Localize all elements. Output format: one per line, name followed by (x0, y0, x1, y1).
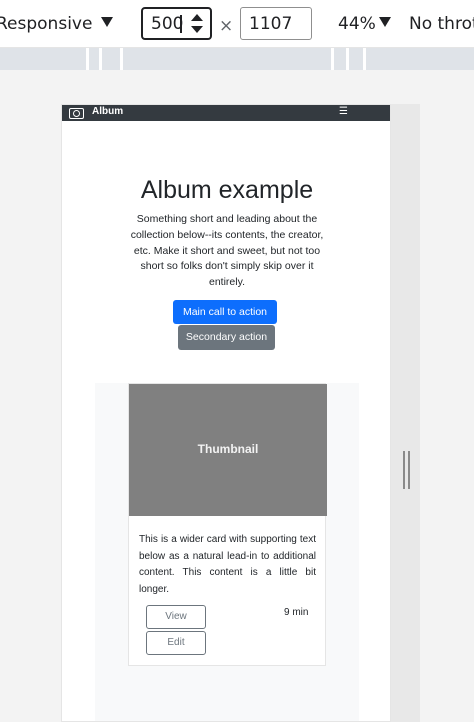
resize-handle-icon[interactable] (403, 451, 410, 489)
device-dropdown-arrow-icon[interactable] (101, 17, 113, 27)
zoom-selector[interactable]: 44% (338, 14, 376, 34)
viewport-resize-gutter[interactable] (391, 104, 420, 722)
emulated-viewport: Album ☰ Album example Something short an… (61, 104, 391, 722)
device-toolbar: Responsive 500 × 1107 44% No throt (0, 0, 474, 48)
height-input[interactable]: 1107 (240, 7, 312, 40)
card-text: This is a wider card with supporting tex… (139, 534, 316, 595)
ruler-breakpoint (99, 48, 102, 70)
throttle-selector[interactable]: No throt (409, 14, 474, 34)
media-query-ruler[interactable] (0, 48, 474, 70)
ruler-breakpoint (86, 48, 89, 70)
album-card: Thumbnail This is a wider card with supp… (128, 383, 327, 666)
zoom-dropdown-arrow-icon[interactable] (379, 17, 391, 27)
navbar: Album ☰ (62, 105, 390, 121)
view-button[interactable]: View (146, 605, 206, 629)
navbar-brand[interactable]: Album (92, 106, 123, 117)
camera-icon[interactable] (69, 108, 84, 119)
ruler-breakpoint (346, 48, 349, 70)
spin-up-icon[interactable] (191, 14, 203, 21)
dimension-separator: × (219, 16, 234, 36)
card-thumbnail: Thumbnail (129, 384, 327, 516)
thumbnail-label: Thumbnail (197, 442, 259, 456)
ruler-breakpoint (331, 48, 334, 70)
height-value: 1107 (249, 14, 293, 34)
main-call-to-action-button[interactable]: Main call to action (173, 300, 277, 324)
width-input[interactable]: 500 (141, 7, 212, 40)
edit-button[interactable]: Edit (146, 631, 206, 655)
text-caret (180, 15, 182, 33)
width-value: 500 (151, 14, 184, 34)
spin-down-icon[interactable] (191, 26, 203, 33)
hero-title: Album example (140, 176, 314, 204)
hero-lead: Something short and leading about the co… (130, 213, 324, 289)
device-selector[interactable]: Responsive (0, 14, 92, 34)
ruler-breakpoint (363, 48, 366, 70)
hamburger-menu-icon[interactable]: ☰ (339, 106, 348, 117)
secondary-action-button[interactable]: Secondary action (178, 325, 275, 350)
card-time: 9 min (284, 607, 309, 618)
ruler-breakpoint (120, 48, 123, 70)
